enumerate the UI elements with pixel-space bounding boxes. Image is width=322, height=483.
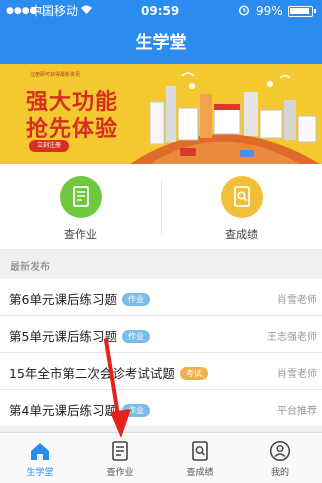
list-item-author: 肖雪老师 [277, 369, 317, 380]
list-item-title: 第5单元课后练习题 [9, 329, 117, 344]
city-illustration [130, 72, 320, 164]
battery-percent: 99% [256, 4, 283, 18]
list-item-tag: 作业 [121, 404, 150, 417]
list-item-title: 15年全市第二次会诊考试试题 [9, 366, 175, 381]
carrier-name: 中国移动 [30, 4, 79, 18]
banner-headline-2: 抢先体验 [26, 117, 119, 142]
banner-register-button[interactable]: 立刻注册 [29, 140, 69, 152]
banner-subtext: 注册即可获得最新资讯 [30, 72, 81, 78]
status-bar: ●●●●○ 中国移动 09:59 99% [0, 0, 322, 22]
list-item[interactable]: 第5单元课后练习题 作业 王志强老师 [0, 316, 322, 353]
quick-action-grades[interactable]: 查成绩 [161, 176, 322, 242]
tab-grades-label: 查成绩 [186, 468, 214, 478]
profile-icon [269, 440, 291, 462]
list-item-tag: 考试 [179, 367, 208, 380]
battery-icon [288, 6, 316, 17]
quick-action-homework-label: 查作业 [64, 228, 97, 241]
grade-search-icon [192, 441, 208, 461]
list-item[interactable]: 第6单元课后练习题 作业 肖雪老师 [0, 279, 322, 316]
list-item-author: 王志强老师 [267, 332, 317, 343]
tab-home-label: 生学堂 [26, 468, 54, 478]
homework-icon [112, 441, 128, 461]
homework-icon [59, 176, 102, 218]
grade-search-icon [220, 176, 263, 218]
quick-action-homework[interactable]: 查作业 [0, 176, 161, 242]
tab-grades[interactable]: 查成绩 [160, 433, 240, 483]
latest-list: 第6单元课后练习题 作业 肖雪老师 第5单元课后练习题 作业 王志强老师 15年全市… [0, 279, 322, 427]
list-item[interactable]: 第4单元课后练习题 作业 平台推荐 [0, 390, 322, 427]
tab-homework[interactable]: 查作业 [80, 433, 160, 483]
promo-banner[interactable]: 注册即可获得最新资讯 强大功能 抢先体验 立刻注册 [0, 64, 322, 164]
list-item-tag: 作业 [121, 330, 150, 343]
list-item-title: 第6单元课后练习题 [9, 292, 117, 307]
list-item[interactable]: 15年全市第二次会诊考试试题 考试 肖雪老师 [0, 353, 322, 390]
list-item-author: 平台推荐 [277, 406, 317, 417]
tab-profile[interactable]: 我的 [240, 433, 320, 483]
bottom-tab-bar: 生学堂 查作业 查成绩 我的 [0, 432, 322, 483]
quick-action-grades-label: 查成绩 [225, 228, 258, 241]
page-title: 生学堂 [0, 22, 322, 64]
tab-profile-label: 我的 [270, 468, 289, 478]
clock: 09:59 [141, 4, 180, 18]
section-title: 最新发布 [0, 257, 322, 279]
tab-home[interactable]: 生学堂 [0, 433, 80, 483]
quick-actions: 查作业 查成绩 [0, 164, 322, 250]
tab-homework-label: 查作业 [106, 468, 134, 478]
list-item-tag: 作业 [121, 293, 150, 306]
home-icon [31, 443, 49, 460]
list-item-title: 第4单元课后练习题 [9, 403, 117, 418]
list-item-author: 肖雪老师 [277, 295, 317, 306]
wifi-icon [80, 4, 93, 18]
alarm-icon [238, 4, 250, 19]
